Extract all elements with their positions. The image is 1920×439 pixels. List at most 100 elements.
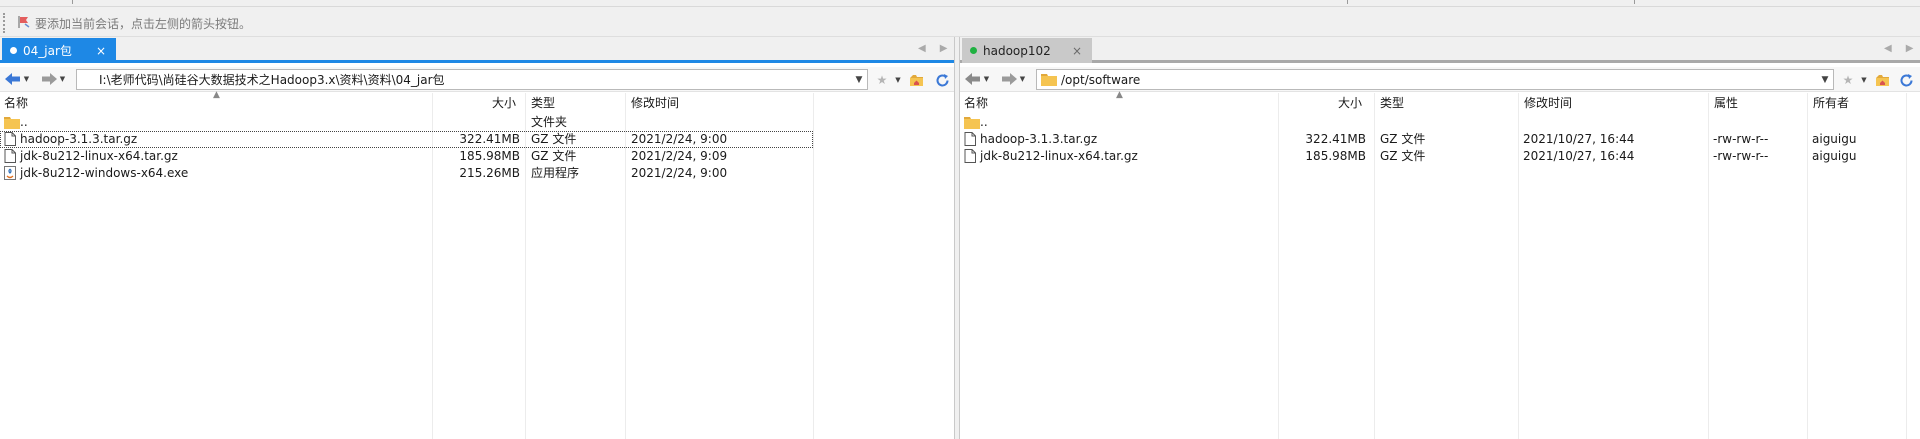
chevron-down-icon[interactable]: ▼ <box>1856 72 1872 88</box>
chevron-right-icon[interactable]: ▶ <box>940 43 948 54</box>
file-icon <box>4 132 16 146</box>
connected-status-dot <box>970 47 977 54</box>
file-name-cell: jdk-8u212-windows-x64.exe <box>4 165 424 182</box>
file-icon <box>4 149 16 163</box>
file-name-cell: jdk-8u212-linux-x64.tar.gz <box>4 148 424 165</box>
file-size-cell: 322.41MB <box>459 132 520 146</box>
forward-arrow-icon <box>1000 72 1018 86</box>
chevron-down-icon[interactable]: ▼ <box>1018 75 1027 83</box>
refresh-icon[interactable] <box>934 72 950 88</box>
list-item[interactable]: jdk-8u212-linux-x64.tar.gz 185.98MB GZ 文… <box>0 148 954 165</box>
file-name-cell: .. <box>4 114 424 131</box>
home-folder-icon[interactable] <box>1874 72 1890 88</box>
hint-text: 要添加当前会话，点击左侧的箭头按钮。 <box>35 17 252 31</box>
toolbar-divider <box>1634 0 1635 4</box>
local-path-input[interactable]: I:\老师代码\尚硅谷大数据技术之Hadoop3.x\资料\资料\04_jar包… <box>76 69 868 90</box>
column-header-type[interactable]: 类型 <box>527 93 625 114</box>
session-hint-bar: 要添加当前会话，点击左侧的箭头按钮。 <box>0 7 1920 37</box>
remote-tab-strip: hadoop102 × ◀ ▶ <box>960 37 1920 63</box>
tab-scroll-buttons: ◀ ▶ <box>1884 43 1913 54</box>
back-button[interactable]: ▼ <box>964 70 991 88</box>
chevron-right-icon[interactable]: ▶ <box>1906 43 1914 54</box>
file-icon <box>964 132 976 146</box>
chevron-down-icon[interactable]: ▼ <box>851 75 867 85</box>
remote-nav-bar: ▼ ▼ /opt/software ▼ ★ ▼ <box>960 67 1920 92</box>
file-modified-cell: 2021/2/24, 9:00 <box>631 132 728 146</box>
file-modified-cell: 2021/10/27, 16:44 <box>1523 132 1635 146</box>
toolbar-grip[interactable] <box>3 13 5 33</box>
file-type-cell: GZ 文件 <box>531 132 577 146</box>
tab-label: 04_jar包 <box>23 44 72 58</box>
remote-file-pane: hadoop102 × ◀ ▶ ▼ ▼ /opt/software ▼ ★ ▼ <box>960 37 1920 439</box>
file-modified-cell <box>631 114 811 131</box>
file-name: .. <box>20 115 28 129</box>
local-column-header: 名称 ▲ 大小 类型 修改时间 <box>0 90 954 114</box>
folder-icon <box>4 116 20 130</box>
chevron-down-icon[interactable]: ▼ <box>22 75 31 83</box>
file-size-cell: 215.26MB <box>459 166 520 180</box>
close-icon[interactable]: × <box>96 44 106 58</box>
file-size-cell <box>432 114 520 131</box>
folder-icon <box>1041 73 1057 86</box>
file-type-cell: GZ 文件 <box>1380 132 1426 146</box>
chevron-left-icon[interactable]: ◀ <box>1884 43 1892 54</box>
file-owner-cell: aiguigu <box>1812 132 1857 146</box>
home-folder-icon[interactable] <box>908 72 924 88</box>
tab-local-folder[interactable]: 04_jar包 × <box>2 38 116 63</box>
file-name-cell: .. <box>964 114 1274 131</box>
file-type-cell: GZ 文件 <box>1380 149 1426 163</box>
star-icon[interactable]: ★ <box>874 72 890 88</box>
list-item[interactable]: jdk-8u212-linux-x64.tar.gz 185.98MB GZ 文… <box>960 148 1920 165</box>
file-attributes-cell: -rw-rw-r-- <box>1713 149 1769 163</box>
tab-status-dot <box>10 47 17 54</box>
local-file-list: .. 文件夹 hadoop-3.1.3.tar.gz 322.41MB GZ 文… <box>0 114 954 182</box>
file-name-cell: jdk-8u212-linux-x64.tar.gz <box>964 148 1274 165</box>
column-header-type[interactable]: 类型 <box>1376 93 1518 114</box>
file-name: jdk-8u212-linux-x64.tar.gz <box>980 149 1138 163</box>
list-item[interactable]: hadoop-3.1.3.tar.gz 322.41MB GZ 文件 2021/… <box>960 131 1920 148</box>
path-text: /opt/software <box>1061 72 1141 87</box>
column-header-attributes[interactable]: 属性 <box>1710 93 1808 114</box>
sort-ascending-icon: ▲ <box>213 90 220 100</box>
file-type-cell: 文件夹 <box>531 115 568 129</box>
column-header-modified[interactable]: 修改时间 <box>627 93 813 114</box>
refresh-icon[interactable] <box>1898 72 1914 88</box>
forward-button[interactable]: ▼ <box>1000 70 1027 88</box>
file-size-cell: 185.98MB <box>1305 149 1366 163</box>
top-toolbar-strip <box>0 0 1920 7</box>
file-modified-cell: 2021/10/27, 16:44 <box>1523 149 1635 163</box>
list-item[interactable]: .. 文件夹 <box>0 114 954 131</box>
tab-label: hadoop102 <box>983 43 1051 58</box>
tab-remote-session[interactable]: hadoop102 × <box>962 38 1092 63</box>
column-header-size[interactable]: 大小 <box>1278 93 1366 114</box>
chevron-down-icon[interactable]: ▼ <box>1817 75 1833 85</box>
column-header-modified[interactable]: 修改时间 <box>1520 93 1714 114</box>
folder-icon <box>964 116 980 130</box>
toolbar-divider <box>72 0 73 4</box>
list-item[interactable]: .. <box>960 114 1920 131</box>
chevron-down-icon[interactable]: ▼ <box>58 75 67 83</box>
flag-icon[interactable] <box>17 15 31 29</box>
local-file-pane: 04_jar包 × ◀ ▶ ▼ ▼ I:\老师代码\尚硅谷大数据技术之Hadoo… <box>0 37 954 439</box>
chevron-down-icon[interactable]: ▼ <box>982 75 991 83</box>
column-header-size[interactable]: 大小 <box>432 93 520 114</box>
chevron-down-icon[interactable]: ▼ <box>890 72 906 88</box>
file-type-cell: 应用程序 <box>531 166 580 180</box>
star-icon[interactable]: ★ <box>1840 72 1856 88</box>
remote-path-input[interactable]: /opt/software ▼ <box>1036 69 1834 90</box>
remote-column-header: 名称 ▲ 大小 类型 修改时间 属性 所有者 <box>960 90 1920 114</box>
list-item[interactable]: hadoop-3.1.3.tar.gz 322.41MB GZ 文件 2021/… <box>0 131 813 148</box>
file-name-cell: hadoop-3.1.3.tar.gz <box>4 131 424 148</box>
file-size-cell: 322.41MB <box>1305 132 1366 146</box>
file-modified-cell: 2021/2/24, 9:09 <box>631 149 728 163</box>
forward-button[interactable]: ▼ <box>40 70 67 88</box>
path-text: I:\老师代码\尚硅谷大数据技术之Hadoop3.x\资料\资料\04_jar包 <box>99 73 445 87</box>
list-item[interactable]: jdk-8u212-windows-x64.exe 215.26MB 应用程序 … <box>0 165 954 182</box>
file-name: jdk-8u212-linux-x64.tar.gz <box>20 149 178 163</box>
file-name-cell: hadoop-3.1.3.tar.gz <box>964 131 1274 148</box>
close-icon[interactable]: × <box>1072 44 1082 58</box>
column-header-owner[interactable]: 所有者 <box>1809 93 1909 114</box>
file-owner-cell: aiguigu <box>1812 149 1857 163</box>
chevron-left-icon[interactable]: ◀ <box>918 43 926 54</box>
back-button[interactable]: ▼ <box>4 70 31 88</box>
